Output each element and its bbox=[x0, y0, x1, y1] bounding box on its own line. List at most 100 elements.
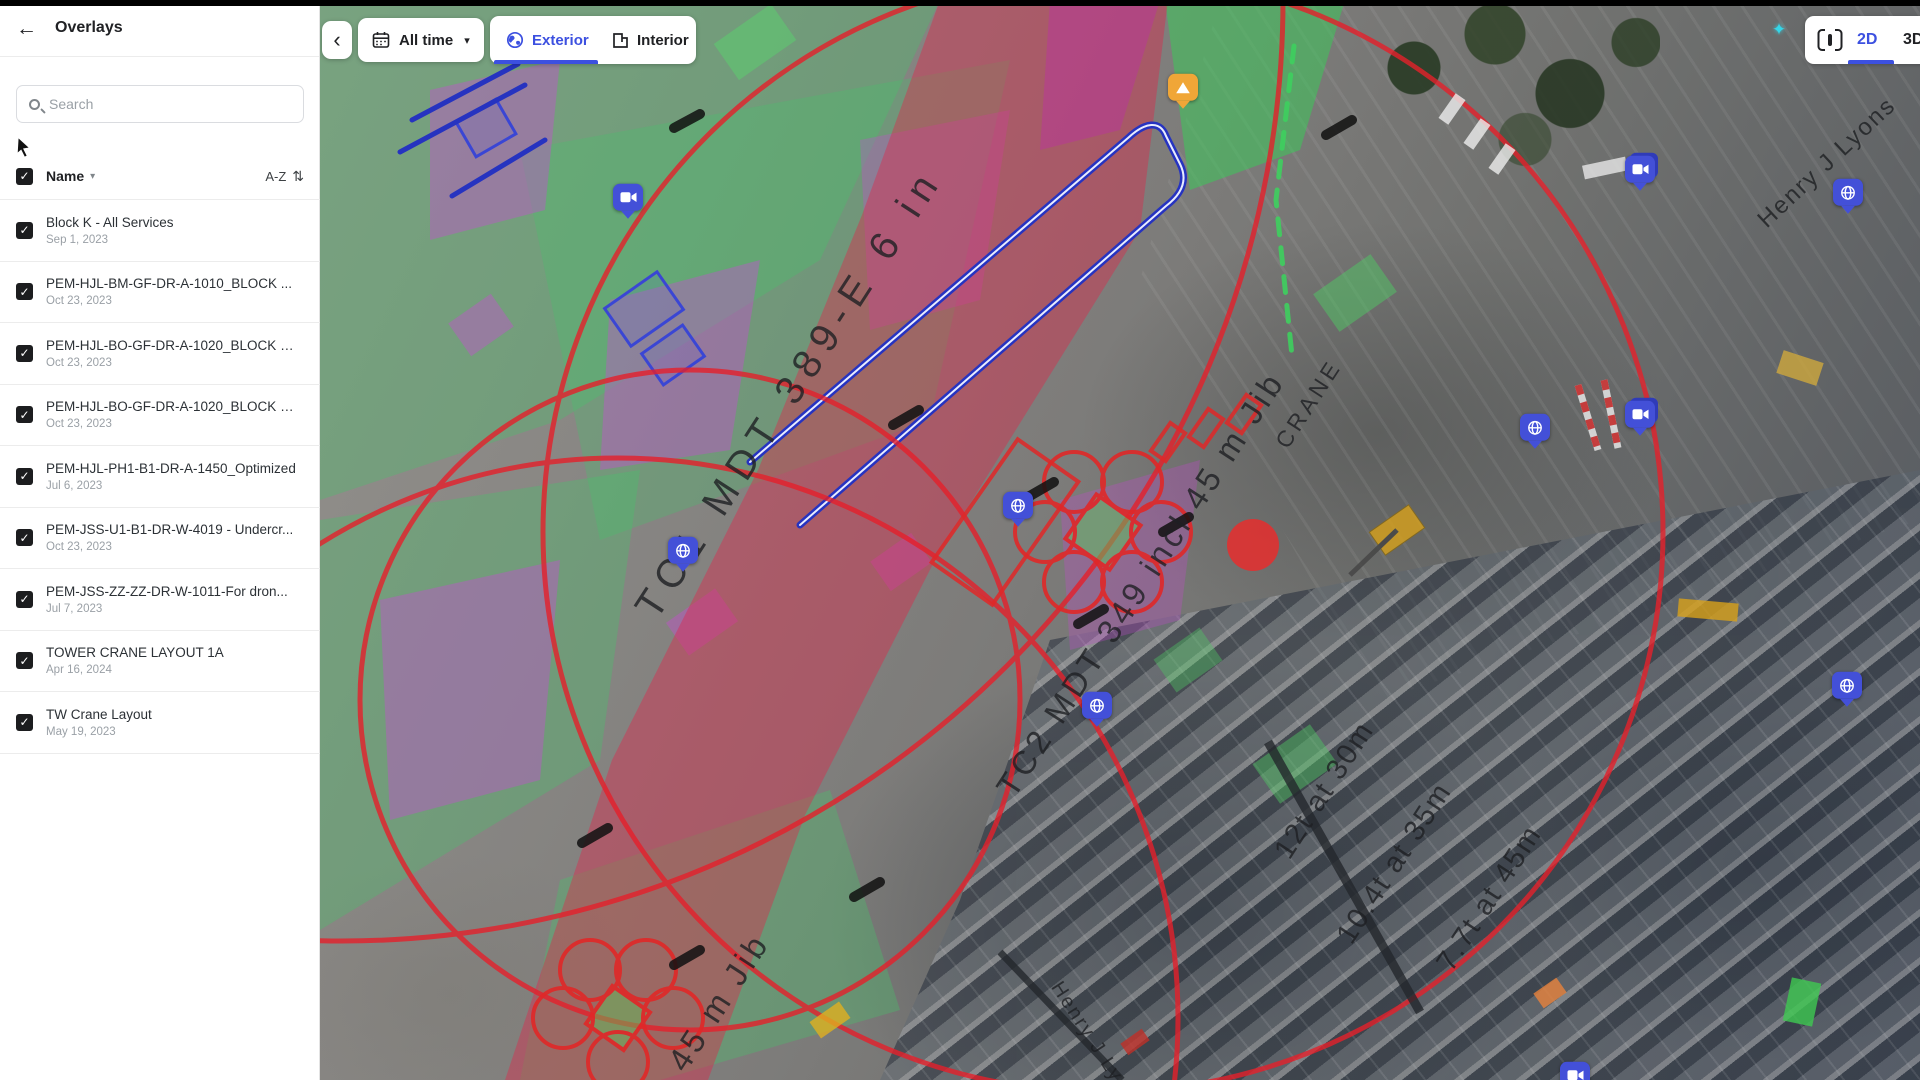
list-item[interactable]: ✓ PEM-JSS-ZZ-ZZ-DR-W-1011-For dron... Ju… bbox=[0, 569, 320, 631]
item-date: Jul 7, 2023 bbox=[46, 603, 301, 615]
item-date: Oct 23, 2023 bbox=[46, 295, 301, 307]
top-black-bar bbox=[0, 0, 1920, 6]
item-checkbox[interactable]: ✓ bbox=[16, 529, 33, 546]
video-camera-icon bbox=[620, 191, 637, 204]
chevron-down-icon: ▾ bbox=[464, 34, 470, 47]
360-view-marker[interactable] bbox=[668, 537, 698, 564]
chevron-down-icon: ▾ bbox=[90, 171, 95, 182]
360-globe-icon bbox=[1010, 497, 1026, 513]
split-view-icon[interactable] bbox=[1817, 28, 1843, 52]
calendar-icon bbox=[372, 31, 390, 49]
item-date: Apr 16, 2024 bbox=[46, 664, 301, 676]
map-label-henry-lyons: Henry J Lyons bbox=[1752, 92, 1901, 233]
item-checkbox[interactable]: ✓ bbox=[16, 345, 33, 362]
item-name: PEM-JSS-U1-B1-DR-W-4019 - Undercr... bbox=[46, 522, 301, 537]
tab-interior-label: Interior bbox=[637, 32, 689, 49]
tab-interior[interactable]: Interior bbox=[612, 16, 689, 64]
search-icon bbox=[29, 99, 40, 110]
360-view-marker[interactable] bbox=[1832, 672, 1862, 699]
item-checkbox[interactable]: ✓ bbox=[16, 468, 33, 485]
map-label-10t: 10.4t at 35m bbox=[1331, 777, 1459, 950]
360-globe-icon bbox=[1839, 677, 1855, 693]
item-name: TOWER CRANE LAYOUT 1A bbox=[46, 645, 301, 660]
item-date: Jul 6, 2023 bbox=[46, 480, 301, 492]
select-all-checkbox[interactable]: ✓ bbox=[16, 168, 33, 185]
tab-exterior-label: Exterior bbox=[532, 32, 589, 49]
list-header: ✓ Name ▾ A-Z ⇅ bbox=[0, 153, 320, 200]
video-camera-marker[interactable] bbox=[1560, 1062, 1590, 1080]
map-canvas[interactable]: TC1 MDT 389-E 6 in TC2 MDT 349 incl 45 m… bbox=[320, 0, 1920, 1080]
back-arrow-icon[interactable]: ← bbox=[16, 18, 37, 39]
map-label-crane: CRANE bbox=[1270, 354, 1347, 452]
sort-control[interactable]: A-Z ⇅ bbox=[265, 168, 304, 185]
360-globe-icon bbox=[675, 542, 691, 558]
sparkle-icon: ✦ bbox=[1772, 20, 1786, 40]
item-checkbox[interactable]: ✓ bbox=[16, 406, 33, 423]
video-camera-icon bbox=[1632, 163, 1649, 176]
item-date: Oct 23, 2023 bbox=[46, 357, 301, 369]
item-name: PEM-JSS-ZZ-ZZ-DR-W-1011-For dron... bbox=[46, 584, 301, 599]
name-column-label[interactable]: Name bbox=[46, 168, 84, 184]
item-name: Block K - All Services bbox=[46, 215, 301, 230]
sort-arrows-icon: ⇅ bbox=[292, 168, 304, 185]
floor-plan-icon bbox=[612, 32, 629, 49]
search-input[interactable] bbox=[49, 96, 269, 112]
item-name: PEM-HJL-BO-GF-DR-A-1020_BLOCK O... bbox=[46, 399, 301, 414]
active-view-underline bbox=[1848, 60, 1894, 64]
video-camera-marker[interactable] bbox=[1625, 401, 1655, 428]
item-checkbox[interactable]: ✓ bbox=[16, 283, 33, 300]
time-filter-label: All time bbox=[399, 32, 453, 49]
view-mode-toggle: 2D 3D bbox=[1805, 16, 1920, 64]
map-overlay-graphics: TC1 MDT 389-E 6 in TC2 MDT 349 incl 45 m… bbox=[320, 0, 1920, 1080]
list-item[interactable]: ✓ PEM-HJL-BM-GF-DR-A-1010_BLOCK ... Oct … bbox=[0, 262, 320, 324]
item-date: Oct 23, 2023 bbox=[46, 541, 301, 553]
video-camera-icon bbox=[1567, 1069, 1584, 1080]
list-item[interactable]: ✓ Block K - All Services Sep 1, 2023 bbox=[0, 200, 320, 262]
360-globe-icon bbox=[1089, 697, 1105, 713]
warning-triangle-icon bbox=[1175, 80, 1191, 94]
item-date: Oct 23, 2023 bbox=[46, 418, 301, 430]
video-camera-marker[interactable] bbox=[613, 184, 643, 211]
item-name: TW Crane Layout bbox=[46, 707, 301, 722]
item-checkbox[interactable]: ✓ bbox=[16, 222, 33, 239]
360-view-marker[interactable] bbox=[1003, 492, 1033, 519]
item-date: May 19, 2023 bbox=[46, 726, 301, 738]
sort-label: A-Z bbox=[265, 169, 286, 184]
video-camera-icon bbox=[1632, 408, 1649, 421]
map-label-7t: 7.7t at 45m bbox=[1431, 819, 1549, 977]
item-date: Sep 1, 2023 bbox=[46, 234, 301, 246]
360-view-marker[interactable] bbox=[1520, 414, 1550, 441]
time-filter-button[interactable]: All time ▾ bbox=[358, 18, 484, 62]
item-name: PEM-HJL-BO-GF-DR-A-1020_BLOCK O... bbox=[46, 338, 301, 353]
360-globe-icon bbox=[1527, 419, 1543, 435]
panel-title: Overlays bbox=[55, 19, 123, 37]
list-item[interactable]: ✓ TW Crane Layout May 19, 2023 bbox=[0, 692, 320, 754]
list-item[interactable]: ✓ PEM-HJL-PH1-B1-DR-A-1450_Optimized Jul… bbox=[0, 446, 320, 508]
360-globe-icon bbox=[1840, 184, 1856, 200]
list-item[interactable]: ✓ PEM-HJL-BO-GF-DR-A-1020_BLOCK O... Oct… bbox=[0, 385, 320, 447]
active-tab-underline bbox=[494, 60, 598, 64]
warning-marker[interactable] bbox=[1168, 74, 1198, 101]
tab-exterior[interactable]: Exterior bbox=[506, 16, 589, 64]
item-checkbox[interactable]: ✓ bbox=[16, 714, 33, 731]
exterior-interior-tabs: Exterior Interior bbox=[490, 16, 696, 64]
overlays-panel: ← Overlays ✓ Name ▾ A-Z ⇅ ✓ Block K - Al… bbox=[0, 0, 320, 1080]
search-box[interactable] bbox=[16, 85, 304, 123]
item-checkbox[interactable]: ✓ bbox=[16, 652, 33, 669]
globe-icon bbox=[506, 31, 524, 49]
item-name: PEM-HJL-BM-GF-DR-A-1010_BLOCK ... bbox=[46, 276, 301, 291]
video-camera-marker[interactable] bbox=[1625, 156, 1655, 183]
panel-header: ← Overlays bbox=[0, 0, 319, 57]
item-checkbox[interactable]: ✓ bbox=[16, 591, 33, 608]
list-item[interactable]: ✓ PEM-JSS-U1-B1-DR-W-4019 - Undercr... O… bbox=[0, 508, 320, 570]
item-name: PEM-HJL-PH1-B1-DR-A-1450_Optimized bbox=[46, 461, 301, 476]
collapse-panel-button[interactable]: ‹ bbox=[322, 21, 352, 59]
view-toggle-2d[interactable]: 2D bbox=[1857, 16, 1877, 64]
view-toggle-3d[interactable]: 3D bbox=[1903, 16, 1920, 64]
list-item[interactable]: ✓ PEM-HJL-BO-GF-DR-A-1020_BLOCK O... Oct… bbox=[0, 323, 320, 385]
list-item[interactable]: ✓ TOWER CRANE LAYOUT 1A Apr 16, 2024 bbox=[0, 631, 320, 693]
360-view-marker[interactable] bbox=[1833, 179, 1863, 206]
360-view-marker[interactable] bbox=[1082, 692, 1112, 719]
overlay-list: ✓ Block K - All Services Sep 1, 2023 ✓ P… bbox=[0, 200, 320, 754]
map-label-tc2: TC2 MDT 349 incl 45 m Jib bbox=[989, 364, 1292, 803]
